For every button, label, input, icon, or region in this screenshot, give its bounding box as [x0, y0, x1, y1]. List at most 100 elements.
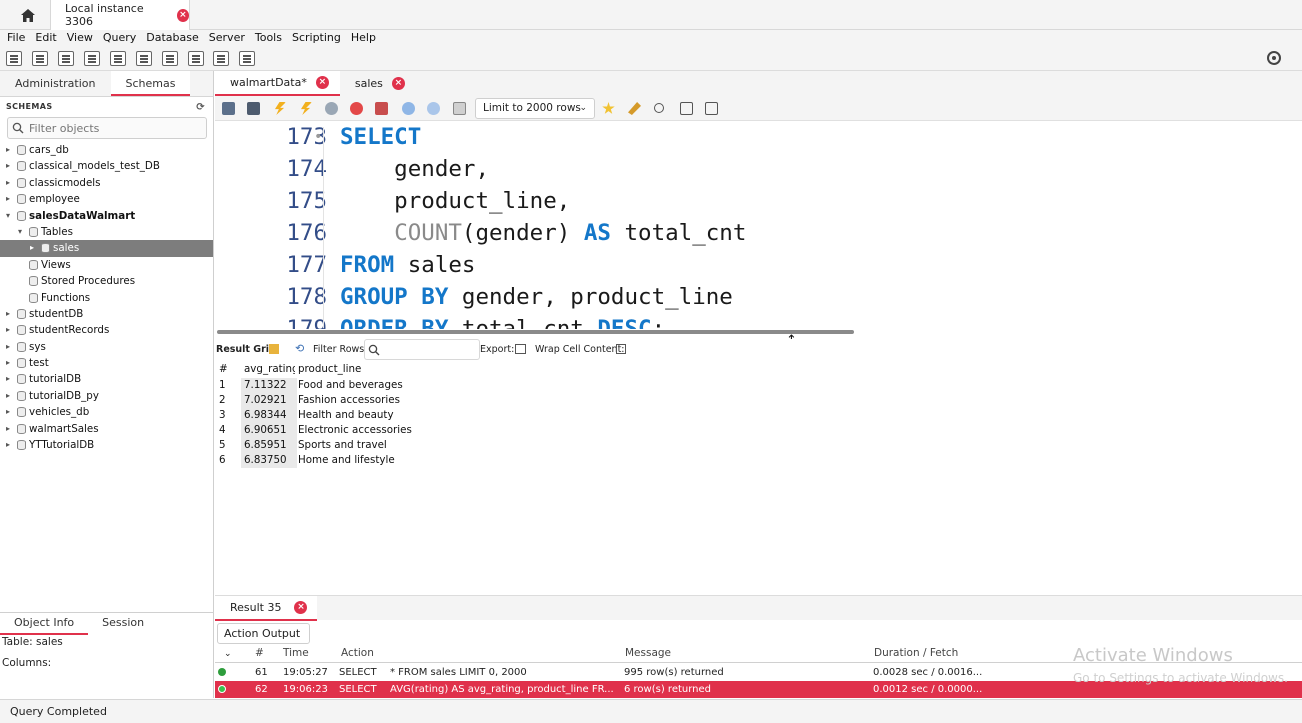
close-icon[interactable]: × [176, 8, 189, 22]
grid-cell[interactable]: 1 [219, 378, 226, 393]
chevron-right-icon[interactable]: ▸ [6, 322, 10, 338]
schema-tree-item[interactable]: ▸ YTTutorialDB [0, 437, 213, 453]
grid-cell[interactable]: 5 [219, 438, 226, 453]
toggle-error-icon[interactable] [375, 102, 388, 115]
chevron-right-icon[interactable]: ▸ [6, 191, 10, 207]
schema-tree-item[interactable]: ▸ studentDB [0, 306, 213, 322]
filter-objects-box[interactable] [7, 117, 207, 139]
grid-cell[interactable]: 6.85951 [241, 438, 297, 453]
grid-cell[interactable]: 3 [219, 408, 226, 423]
reconnect-icon[interactable] [239, 51, 255, 66]
table-row[interactable]: 4 6.90651 Electronic accessories [215, 423, 1302, 438]
tab-walmartdata[interactable]: walmartData* × [215, 71, 340, 96]
create-table-icon[interactable] [110, 51, 126, 66]
grid-column-header[interactable]: avg_rating [241, 362, 295, 377]
open-folder-icon[interactable] [222, 102, 235, 115]
inspector-icon[interactable] [58, 51, 74, 66]
wrap-cell-icon[interactable] [616, 344, 626, 354]
schema-tree-item[interactable]: ▸ walmartSales [0, 421, 213, 437]
schema-tree-item[interactable]: ▸ classicmodels [0, 175, 213, 191]
schema-tree-item[interactable]: ▾ salesDataWalmart [0, 208, 213, 224]
chevron-right-icon[interactable]: ▸ [6, 388, 10, 404]
grid-column-header[interactable]: product_line [298, 362, 361, 377]
search-table-data-icon[interactable] [213, 51, 229, 66]
schema-tree-item[interactable]: ▸ tutorialDB_py [0, 388, 213, 404]
schema-tree-item[interactable]: Views [0, 257, 213, 273]
filter-rows-input[interactable] [364, 339, 480, 360]
chevron-right-icon[interactable]: ▸ [6, 142, 10, 158]
execute-current-icon[interactable] [300, 102, 312, 115]
grid-cell[interactable]: 7.02921 [241, 393, 297, 408]
grid-cell[interactable]: 2 [219, 393, 226, 408]
grid-cell[interactable]: Fashion accessories [298, 393, 400, 408]
table-row[interactable]: 2 7.02921 Fashion accessories [215, 393, 1302, 408]
grid-cell[interactable]: 6 [219, 453, 226, 468]
invisible-chars-icon[interactable] [680, 102, 693, 115]
chevron-right-icon[interactable]: ▸ [6, 437, 10, 453]
open-sql-script-icon[interactable] [32, 51, 48, 66]
table-row[interactable]: 5 6.85951 Sports and travel [215, 438, 1302, 453]
chevron-right-icon[interactable]: ▸ [6, 421, 10, 437]
chevron-right-icon[interactable]: ▸ [6, 339, 10, 355]
tab-schemas[interactable]: Schemas [110, 71, 191, 96]
menu-edit[interactable]: Edit [30, 30, 61, 47]
menu-database[interactable]: Database [141, 30, 204, 47]
chevron-right-icon[interactable]: ▸ [6, 404, 10, 420]
chevron-down-icon[interactable]: ▾ [6, 208, 10, 224]
chevron-right-icon[interactable]: ▸ [6, 158, 10, 174]
grid-cell[interactable]: Health and beauty [298, 408, 394, 423]
tab-administration[interactable]: Administration [0, 71, 111, 96]
result-grid-label[interactable]: Result Grid [216, 344, 276, 355]
stop-icon[interactable] [350, 102, 363, 115]
schema-tree-item[interactable]: ▸ cars_db [0, 142, 213, 158]
chevron-right-icon[interactable]: ▸ [6, 306, 10, 322]
close-icon[interactable]: × [391, 77, 405, 90]
fold-marker-icon[interactable]: • [314, 121, 322, 153]
home-icon[interactable] [14, 5, 42, 25]
menu-query[interactable]: Query [98, 30, 141, 47]
create-procedure-icon[interactable] [162, 51, 178, 66]
menu-tools[interactable]: Tools [250, 30, 287, 47]
grid-cell[interactable]: 6.98344 [241, 408, 297, 423]
sql-code-editor[interactable]: 173 • SELECT 174 gender, 175 product_line, 17… [215, 121, 1302, 329]
code-line[interactable]: 179 ORDER BY total_cnt DESC; [215, 313, 1302, 329]
find-icon[interactable] [654, 103, 664, 113]
beautify-icon[interactable] [628, 102, 641, 115]
export-icon[interactable] [515, 344, 526, 354]
code-line[interactable]: 174 gender, [215, 153, 1302, 185]
code-line[interactable]: 173 • SELECT [215, 121, 1302, 153]
grid-column-header[interactable]: # [219, 362, 228, 377]
tab-sales[interactable]: sales × [340, 71, 416, 96]
schema-tree-item[interactable]: ▸ classical_models_test_DB [0, 158, 213, 174]
menu-scripting[interactable]: Scripting [287, 30, 346, 47]
grid-cell[interactable]: 6.90651 [241, 423, 297, 438]
action-output-select[interactable]: Action Output ⌄ [217, 623, 310, 659]
schema-tree-item[interactable]: ▸ studentRecords [0, 322, 213, 338]
table-row[interactable]: 1 7.11322 Food and beverages [215, 378, 1302, 393]
grid-cell[interactable]: 7.11322 [241, 378, 297, 393]
grid-cell[interactable]: Sports and travel [298, 438, 387, 453]
menu-server[interactable]: Server [204, 30, 250, 47]
create-function-icon[interactable] [188, 51, 204, 66]
code-line[interactable]: 178 GROUP BY gender, product_line [215, 281, 1302, 313]
execute-icon[interactable] [274, 102, 286, 115]
wrap-lines-icon[interactable] [705, 102, 718, 115]
schema-tree-item[interactable]: ▸ tutorialDB [0, 371, 213, 387]
chevron-right-icon[interactable]: ▸ [30, 240, 34, 256]
create-view-icon[interactable] [136, 51, 152, 66]
tab-session[interactable]: Session [88, 613, 158, 635]
tab-result[interactable]: Result 35 × [215, 596, 318, 621]
close-icon[interactable]: × [315, 76, 329, 89]
explain-icon[interactable] [325, 102, 338, 115]
connection-tab[interactable]: Local instance 3306 × [50, 0, 190, 30]
grid-cell[interactable]: Food and beverages [298, 378, 403, 393]
result-grid[interactable]: # avg_rating product_line 1 7.11322 Food and … [215, 362, 1302, 595]
rollback-icon[interactable] [427, 102, 440, 115]
schema-tree-item[interactable]: ▾ Tables [0, 224, 213, 240]
commit-icon[interactable] [402, 102, 415, 115]
filter-objects-input[interactable] [29, 121, 199, 135]
grid-cell[interactable]: Electronic accessories [298, 423, 412, 438]
grid-cell[interactable]: Home and lifestyle [298, 453, 395, 468]
table-row[interactable]: 6 6.83750 Home and lifestyle [215, 453, 1302, 468]
save-icon[interactable] [247, 102, 260, 115]
